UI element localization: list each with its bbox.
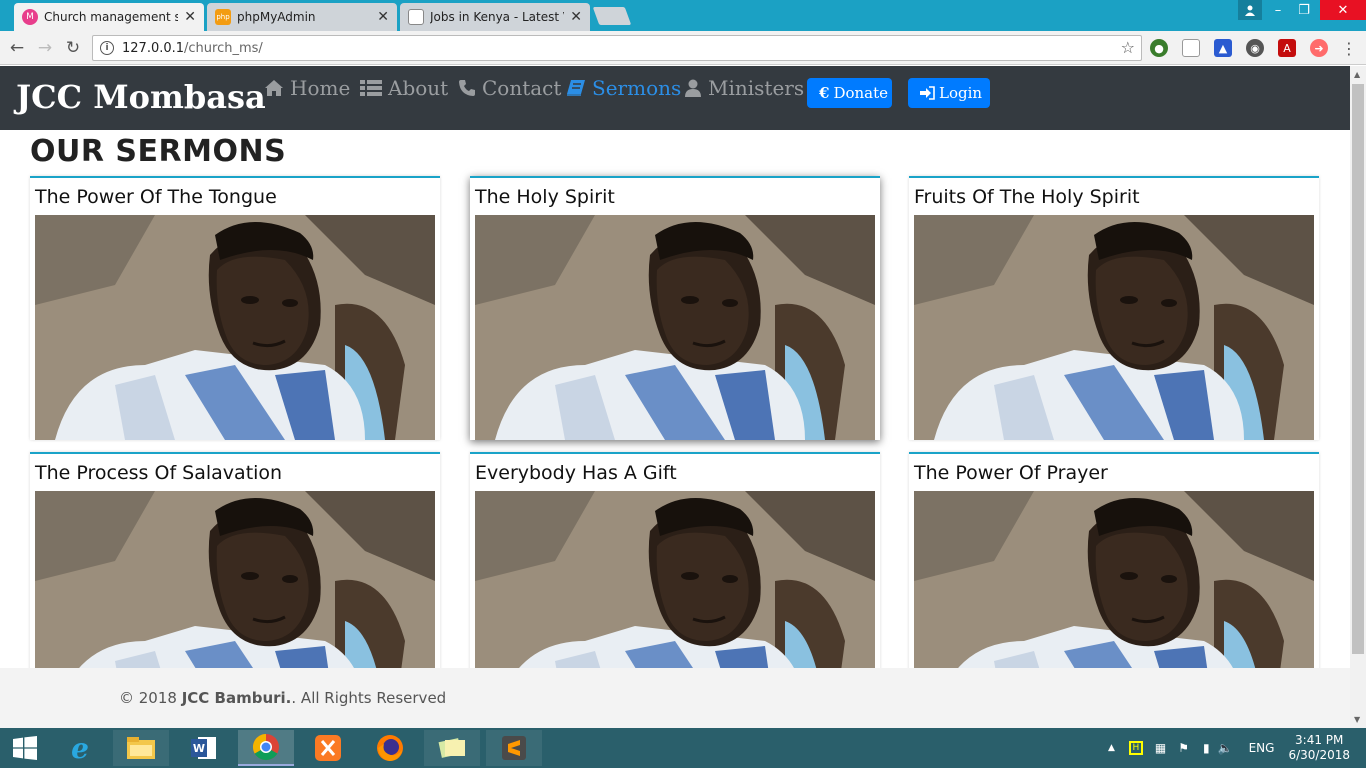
tray-app-icon[interactable]: H	[1128, 741, 1143, 755]
extension-arrow-icon[interactable]: ➜	[1310, 39, 1328, 57]
extension-globe-icon[interactable]: ●	[1150, 39, 1168, 57]
xampp-icon[interactable]	[300, 730, 356, 766]
battery-icon[interactable]: ▮	[1203, 741, 1210, 755]
show-hidden-icons-icon[interactable]: ▲	[1108, 743, 1115, 753]
firefox-icon[interactable]	[362, 730, 418, 766]
address-url: 127.0.0.1/church_ms/	[122, 40, 263, 56]
scrollbar-thumb[interactable]	[1352, 84, 1364, 654]
flag-icon[interactable]: ⚑	[1178, 741, 1189, 755]
nav-contact[interactable]: Contact	[458, 76, 561, 100]
chrome-icon[interactable]	[238, 730, 294, 766]
donate-label: Donate	[833, 84, 889, 102]
word-icon[interactable]: W	[176, 730, 232, 766]
phone-icon	[458, 79, 476, 97]
volume-icon[interactable]: 🔈	[1218, 741, 1233, 755]
book-icon	[566, 79, 586, 97]
system-tray: ▲ H ▦ ⚑ ▮ 🔈 ENG	[1108, 728, 1274, 768]
browser-toolbar: ← → ↻ i 127.0.0.1/church_ms/ ☆ ● ▲ ◉ A ➜…	[0, 31, 1366, 65]
windows-taskbar: e W ▲ H ▦ ⚑ ▮ 🔈 ENG 3:41 PM 6/30/2018	[0, 728, 1366, 768]
close-tab-icon[interactable]: ✕	[570, 9, 582, 25]
address-bar[interactable]: i 127.0.0.1/church_ms/ ☆	[92, 35, 1142, 61]
page-icon	[408, 9, 424, 25]
nav-about-label: About	[388, 76, 449, 100]
network-icon[interactable]: ▦	[1155, 741, 1166, 755]
svg-text:W: W	[193, 742, 205, 755]
back-icon[interactable]: ←	[6, 37, 28, 59]
nav-home-label: Home	[290, 76, 351, 100]
site-brand[interactable]: JCC Mombasa	[16, 78, 266, 116]
close-tab-icon[interactable]: ✕	[184, 9, 196, 25]
login-button[interactable]: Login	[908, 78, 990, 108]
profile-icon[interactable]	[1238, 0, 1262, 20]
home-icon	[264, 79, 284, 97]
sign-in-icon	[920, 86, 935, 100]
restore-button[interactable]: ❐	[1292, 0, 1316, 20]
tab-title: Church management syst	[44, 10, 179, 24]
windows-start-icon[interactable]	[0, 730, 50, 766]
nav-ministers[interactable]: Ministers	[684, 76, 804, 100]
sermon-photo[interactable]	[914, 215, 1314, 440]
church-m-icon: M	[22, 9, 38, 25]
nav-contact-label: Contact	[482, 76, 562, 100]
sermon-card[interactable]: Fruits Of The Holy Spirit	[909, 176, 1319, 440]
list-icon	[360, 79, 382, 97]
new-tab-button[interactable]	[592, 7, 632, 25]
close-tab-icon[interactable]: ✕	[377, 9, 389, 25]
site-footer: © 2018 JCC Bamburi.. All Rights Reserved	[0, 668, 1350, 728]
tab-title: phpMyAdmin	[237, 10, 316, 24]
sermon-photo[interactable]	[475, 215, 875, 440]
copyright-text: © 2018 JCC Bamburi.. All Rights Reserved	[119, 689, 447, 707]
page-scrollbar[interactable]: ▲ ▼	[1350, 66, 1366, 728]
euro-icon: €	[819, 84, 830, 102]
menu-icon[interactable]: ⋮	[1338, 37, 1360, 59]
notes-icon[interactable]	[424, 730, 480, 766]
scroll-up-icon[interactable]: ▲	[1354, 70, 1360, 79]
file-explorer-icon[interactable]	[113, 730, 169, 766]
reload-icon[interactable]: ↻	[62, 37, 84, 59]
language-indicator[interactable]: ENG	[1249, 741, 1275, 755]
sermon-card[interactable]: The Holy Spirit	[470, 176, 880, 440]
info-icon[interactable]: i	[100, 41, 114, 55]
nav-sermons[interactable]: Sermons	[566, 76, 681, 100]
browser-tab-church[interactable]: M Church management syst ✕	[14, 3, 204, 31]
sermon-title[interactable]: Fruits Of The Holy Spirit	[914, 183, 1314, 215]
login-label: Login	[939, 84, 983, 102]
sermon-card[interactable]: The Power Of The Tongue	[30, 176, 440, 440]
user-icon	[684, 79, 702, 97]
clock-time: 3:41 PM	[1295, 733, 1344, 747]
sermon-title[interactable]: The Power Of The Tongue	[35, 183, 435, 215]
minimize-button[interactable]: –	[1266, 0, 1290, 20]
internet-explorer-icon[interactable]: e	[52, 730, 108, 766]
scroll-down-icon[interactable]: ▼	[1354, 715, 1360, 724]
extension-pdf-icon[interactable]: A	[1278, 39, 1296, 57]
sermon-title[interactable]: The Holy Spirit	[475, 183, 875, 215]
nav-ministers-label: Ministers	[708, 76, 805, 100]
nav-about[interactable]: About	[360, 76, 448, 100]
extension-cap-icon[interactable]: ▲	[1214, 39, 1232, 57]
browser-tab-strip: M Church management syst ✕ php phpMyAdmi…	[0, 0, 1366, 31]
clock[interactable]: 3:41 PM 6/30/2018	[1288, 733, 1350, 763]
bookmark-star-icon[interactable]: ☆	[1121, 38, 1135, 57]
sermon-title[interactable]: Everybody Has A Gift	[475, 459, 875, 491]
page-title: OUR SERMONS	[30, 134, 287, 169]
close-window-button[interactable]: ✕	[1320, 0, 1366, 20]
tab-title: Jobs in Kenya - Latest Va	[430, 10, 565, 24]
phpmyadmin-icon: php	[215, 9, 231, 25]
nav-home[interactable]: Home	[264, 76, 350, 100]
clock-date: 6/30/2018	[1288, 748, 1350, 762]
browser-tab-phpmyadmin[interactable]: php phpMyAdmin ✕	[207, 3, 397, 31]
extension-eye-icon[interactable]: ◉	[1246, 39, 1264, 57]
page-viewport: JCC Mombasa Home About Contact Sermons M…	[0, 66, 1350, 728]
forward-icon[interactable]: →	[34, 37, 56, 59]
browser-tab-jobs[interactable]: Jobs in Kenya - Latest Va ✕	[400, 3, 590, 31]
sermon-title[interactable]: The Power Of Prayer	[914, 459, 1314, 491]
sublime-text-icon[interactable]	[486, 730, 542, 766]
sermon-photo[interactable]	[35, 215, 435, 440]
donate-button[interactable]: € Donate	[807, 78, 892, 108]
nav-sermons-label: Sermons	[592, 76, 682, 100]
sermon-title[interactable]: The Process Of Salavation	[35, 459, 435, 491]
site-navbar: JCC Mombasa Home About Contact Sermons M…	[0, 66, 1350, 130]
extension-page-icon[interactable]	[1182, 39, 1200, 57]
